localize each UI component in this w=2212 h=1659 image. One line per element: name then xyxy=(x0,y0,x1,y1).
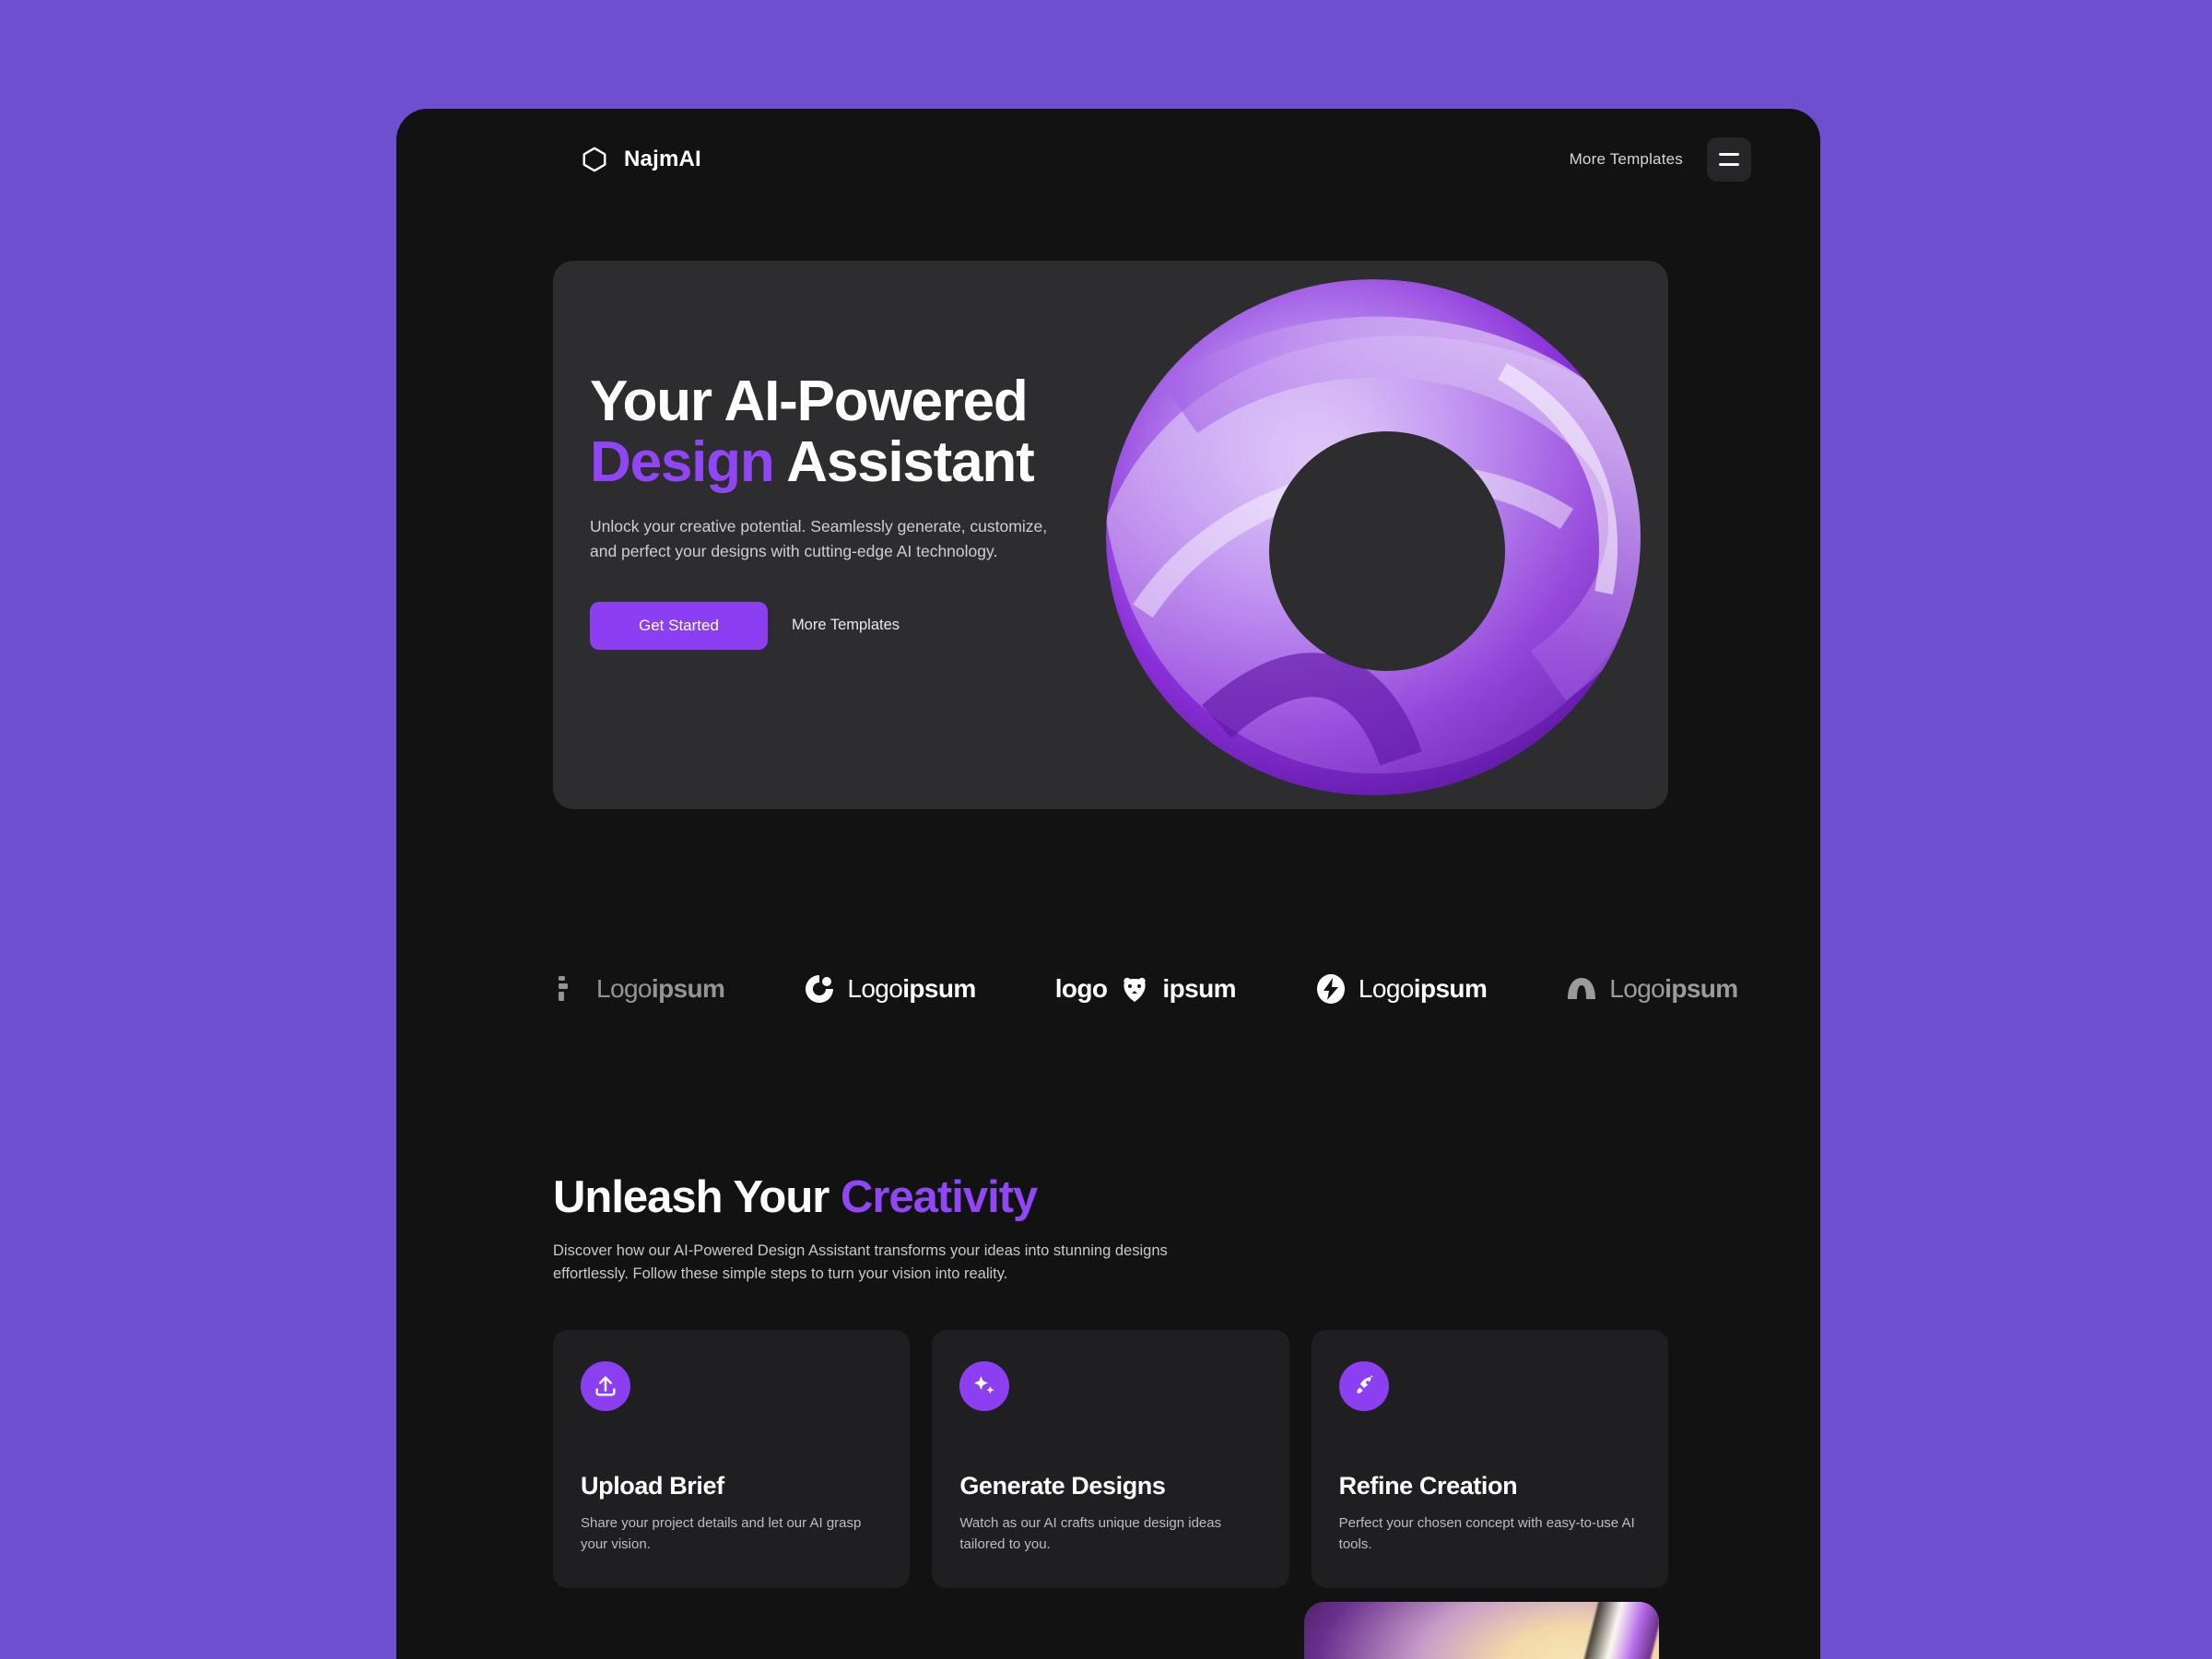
card-description: Perfect your chosen concept with easy-to… xyxy=(1338,1515,1635,1552)
hero-copy: Your AI-Powered Design Assistant Unlock … xyxy=(590,371,1217,650)
bear-head-icon xyxy=(1124,977,1147,1002)
logo-word-a: Logo xyxy=(596,974,652,1003)
logo-word: Logoipsum xyxy=(596,974,725,1004)
section-title-accent: Creativity xyxy=(840,1172,1038,1222)
client-logo-strip: Logoipsum Logoipsum logo ipsum Logoipsum… xyxy=(553,947,1820,1030)
rocket-icon xyxy=(1357,1374,1373,1394)
logo-word: Logoipsum xyxy=(1358,974,1488,1004)
donut-icon xyxy=(806,975,834,1003)
get-started-button[interactable]: Get Started xyxy=(590,601,768,650)
card-description: Watch as our AI crafts unique design ide… xyxy=(959,1515,1222,1552)
card-title: Upload Brief xyxy=(581,1472,724,1500)
feature-card-upload-brief[interactable]: Upload Brief Share your project details … xyxy=(553,1330,911,1588)
feature-card-generate-designs[interactable]: Generate Designs Watch as our AI crafts … xyxy=(932,1330,1289,1588)
lightning-bolt-icon xyxy=(1316,974,1345,1004)
bar-chart-icon xyxy=(559,976,568,1001)
logo-word-a: Logo xyxy=(1358,974,1414,1003)
features-section-header: Unleash Your Creativity Discover how our… xyxy=(553,1172,1272,1285)
hero-actions: Get Started More Templates xyxy=(590,601,1217,650)
logo-word-a: Logo xyxy=(847,974,903,1003)
hero-banner: Your AI-Powered Design Assistant Unlock … xyxy=(553,261,1668,809)
logo-item: Logoipsum xyxy=(1315,973,1488,1005)
feature-cards: Upload Brief Share your project details … xyxy=(553,1330,1668,1588)
card-title: Refine Creation xyxy=(1338,1472,1518,1500)
logo-word: Logoipsum xyxy=(1609,974,1738,1004)
section-subtitle: Discover how our AI-Powered Design Assis… xyxy=(553,1241,1168,1282)
nav-actions: More Templates xyxy=(1570,137,1751,182)
logo-word-b: ipsum xyxy=(1162,974,1236,1003)
landing-page: NajmAI More Templates Your AI-Powered De… xyxy=(396,109,1820,1659)
brand-logo[interactable]: NajmAI xyxy=(581,146,701,173)
hexagon-icon xyxy=(582,147,606,172)
logo-item: Logoipsum xyxy=(804,973,976,1005)
card-icon-badge xyxy=(1338,1361,1389,1411)
logo-item: logo ipsum xyxy=(1054,973,1237,1005)
logo-word-a: logo xyxy=(1054,974,1108,1003)
logo-item: Logoipsum xyxy=(553,973,725,1005)
nav-more-templates-link[interactable]: More Templates xyxy=(1570,150,1683,169)
logo-word-b: ipsum xyxy=(651,974,725,1003)
card-icon-badge xyxy=(581,1361,630,1411)
brand-name: NajmAI xyxy=(624,147,701,171)
hamburger-menu-icon-line xyxy=(1719,163,1739,166)
hamburger-menu-button[interactable] xyxy=(1707,137,1751,182)
screenshot-stage: NajmAI More Templates Your AI-Powered De… xyxy=(0,0,2212,1659)
logo-word-b: ipsum xyxy=(1413,974,1488,1003)
hero-title: Your AI-Powered Design Assistant xyxy=(590,371,1217,492)
section-title: Unleash Your Creativity xyxy=(553,1172,1272,1223)
top-navigation-bar: NajmAI More Templates xyxy=(396,109,1820,210)
feature-card-refine-creation[interactable]: Refine Creation Perfect your chosen conc… xyxy=(1311,1330,1668,1588)
logo-item: Logoipsum xyxy=(1566,973,1738,1005)
hero-title-line-2: Assistant xyxy=(773,429,1035,494)
section-title-main: Unleash Your xyxy=(553,1172,841,1222)
logo-word-b: ipsum xyxy=(1665,974,1738,1003)
hero-subtitle: Unlock your creative potential. Seamless… xyxy=(590,517,1048,560)
logo-word-a: Logo xyxy=(1609,974,1665,1003)
hero-title-accent: Design xyxy=(590,429,775,494)
template-preview-card[interactable]: Download xyxy=(1304,1602,1659,1659)
card-icon-badge xyxy=(959,1361,1010,1411)
hero-title-line-1: Your AI-Powered xyxy=(590,370,1029,433)
arch-icon xyxy=(1568,978,1596,999)
logo-word: Logoipsum xyxy=(847,974,976,1004)
hero-more-templates-button[interactable]: More Templates xyxy=(792,617,900,634)
hamburger-menu-icon-line xyxy=(1719,153,1739,156)
sparkles-icon xyxy=(974,1375,994,1394)
card-description: Share your project details and let our A… xyxy=(581,1515,862,1552)
logo-word-b: ipsum xyxy=(902,974,976,1003)
upload-icon xyxy=(595,1376,616,1396)
card-title: Generate Designs xyxy=(959,1472,1166,1500)
